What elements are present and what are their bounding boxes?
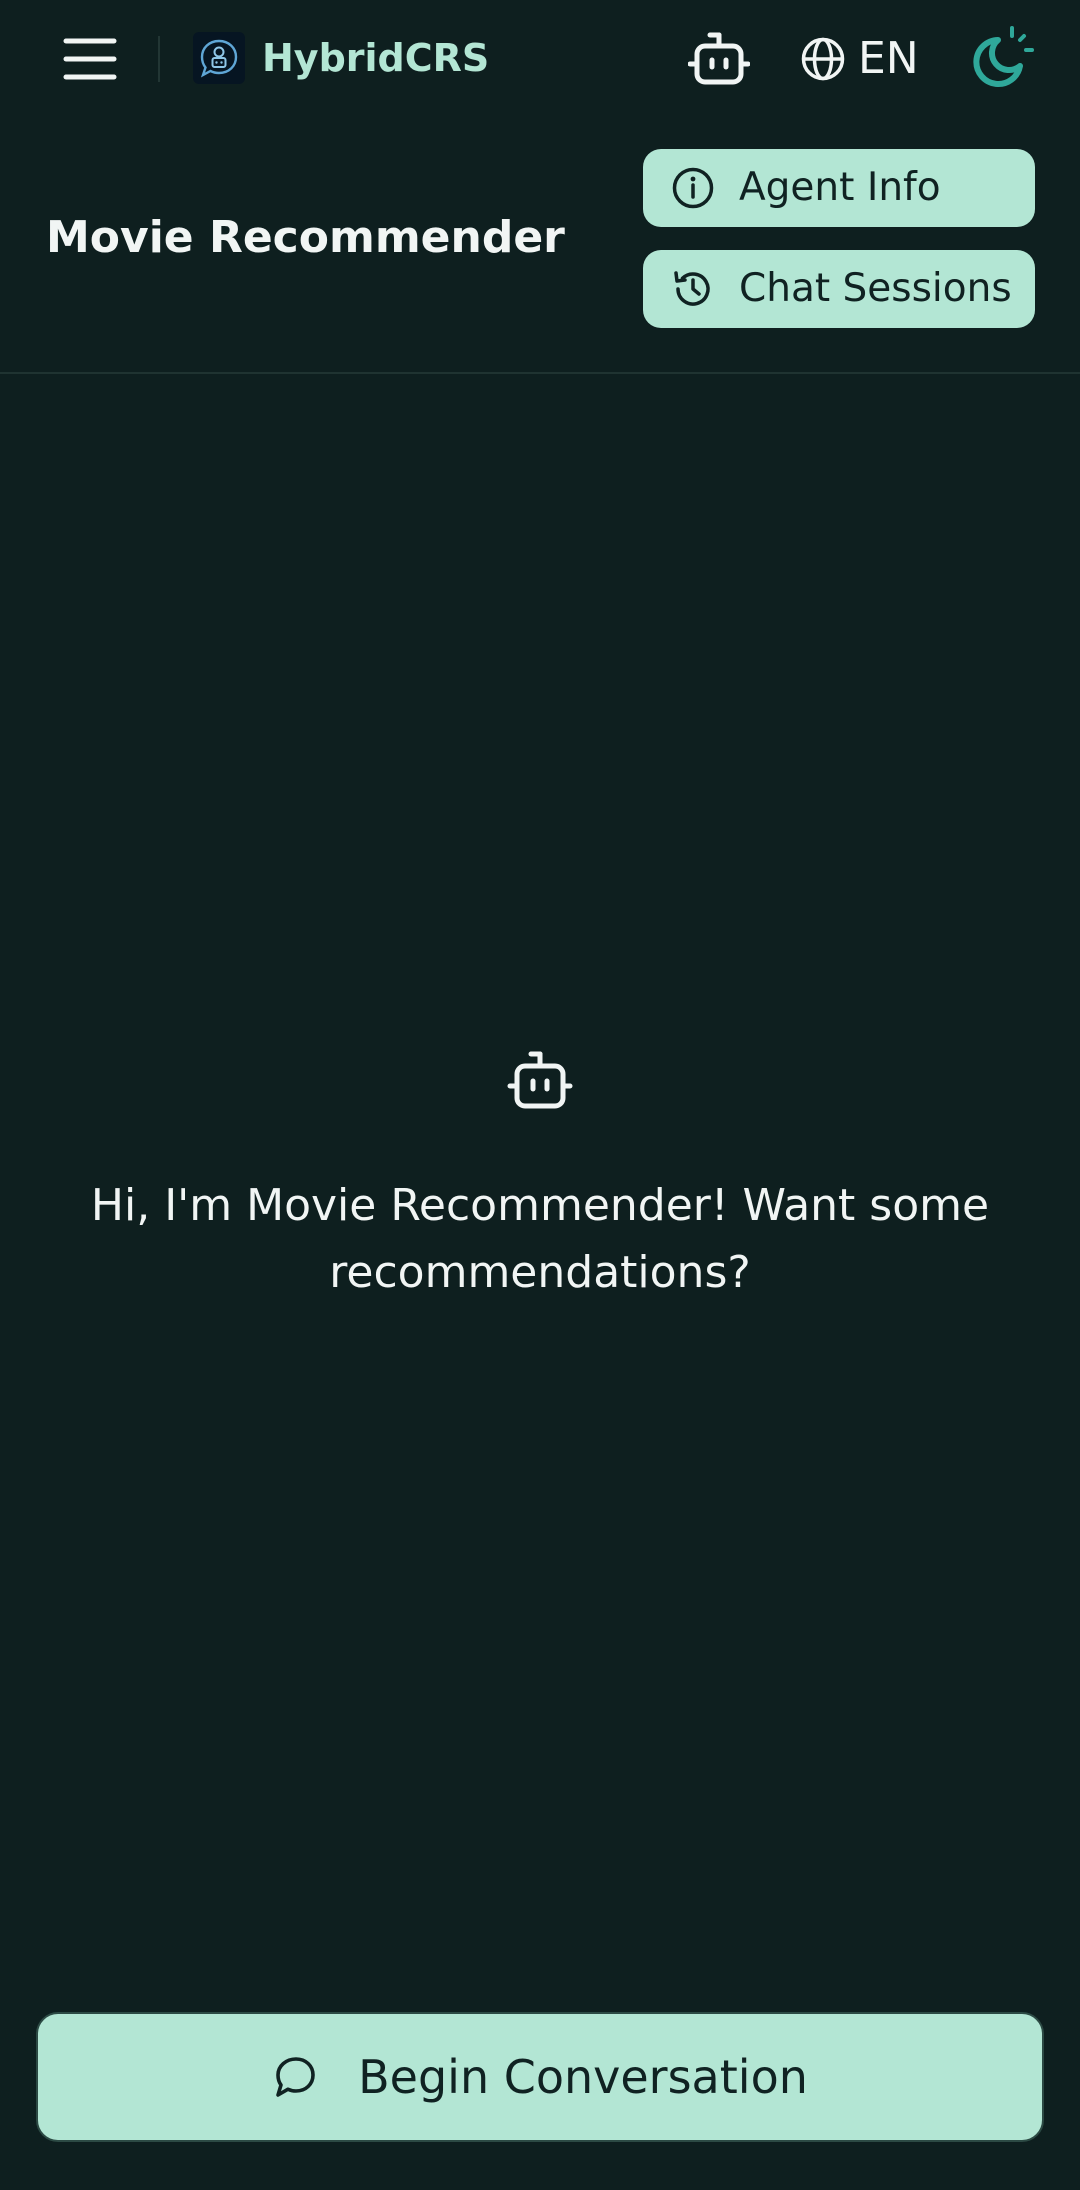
chat-sessions-label: Chat Sessions [739, 266, 1012, 311]
robot-icon [688, 31, 750, 87]
history-icon [671, 267, 715, 311]
begin-conversation-label: Begin Conversation [358, 2050, 808, 2104]
page-header: Movie Recommender Agent Info Chat Sessio… [0, 118, 1080, 372]
top-navigation-bar: HybridCRS EN [0, 0, 1080, 118]
agent-info-button[interactable]: Agent Info [643, 149, 1035, 227]
moon-sun-icon [968, 26, 1034, 92]
menu-button[interactable] [54, 26, 126, 92]
globe-icon [800, 36, 846, 82]
info-circle-icon [671, 166, 715, 210]
app-root: HybridCRS EN Movie Recommender Agent Inf… [0, 0, 1080, 2190]
hamburger-menu-icon [63, 37, 117, 81]
language-label: EN [858, 33, 919, 84]
brand-logo[interactable] [193, 32, 245, 84]
begin-conversation-button[interactable]: Begin Conversation [36, 2012, 1044, 2142]
robot-chat-bubble-logo-icon [200, 39, 238, 78]
empty-chat-state: Hi, I'm Movie Recommender! Want some rec… [60, 1050, 1020, 1306]
theme-toggle-button[interactable] [966, 24, 1036, 94]
chat-bubble-icon [272, 2054, 318, 2100]
greeting-message: Hi, I'm Movie Recommender! Want some rec… [90, 1180, 990, 1298]
page-title: Movie Recommender [46, 212, 565, 263]
header-divider [0, 372, 1080, 374]
vertical-divider [158, 36, 160, 82]
language-selector[interactable]: EN [800, 28, 919, 90]
robot-icon [507, 1050, 573, 1112]
brand-name[interactable]: HybridCRS [262, 32, 489, 84]
agent-info-label: Agent Info [739, 165, 941, 210]
agent-button[interactable] [686, 28, 752, 90]
chat-sessions-button[interactable]: Chat Sessions [643, 250, 1035, 328]
